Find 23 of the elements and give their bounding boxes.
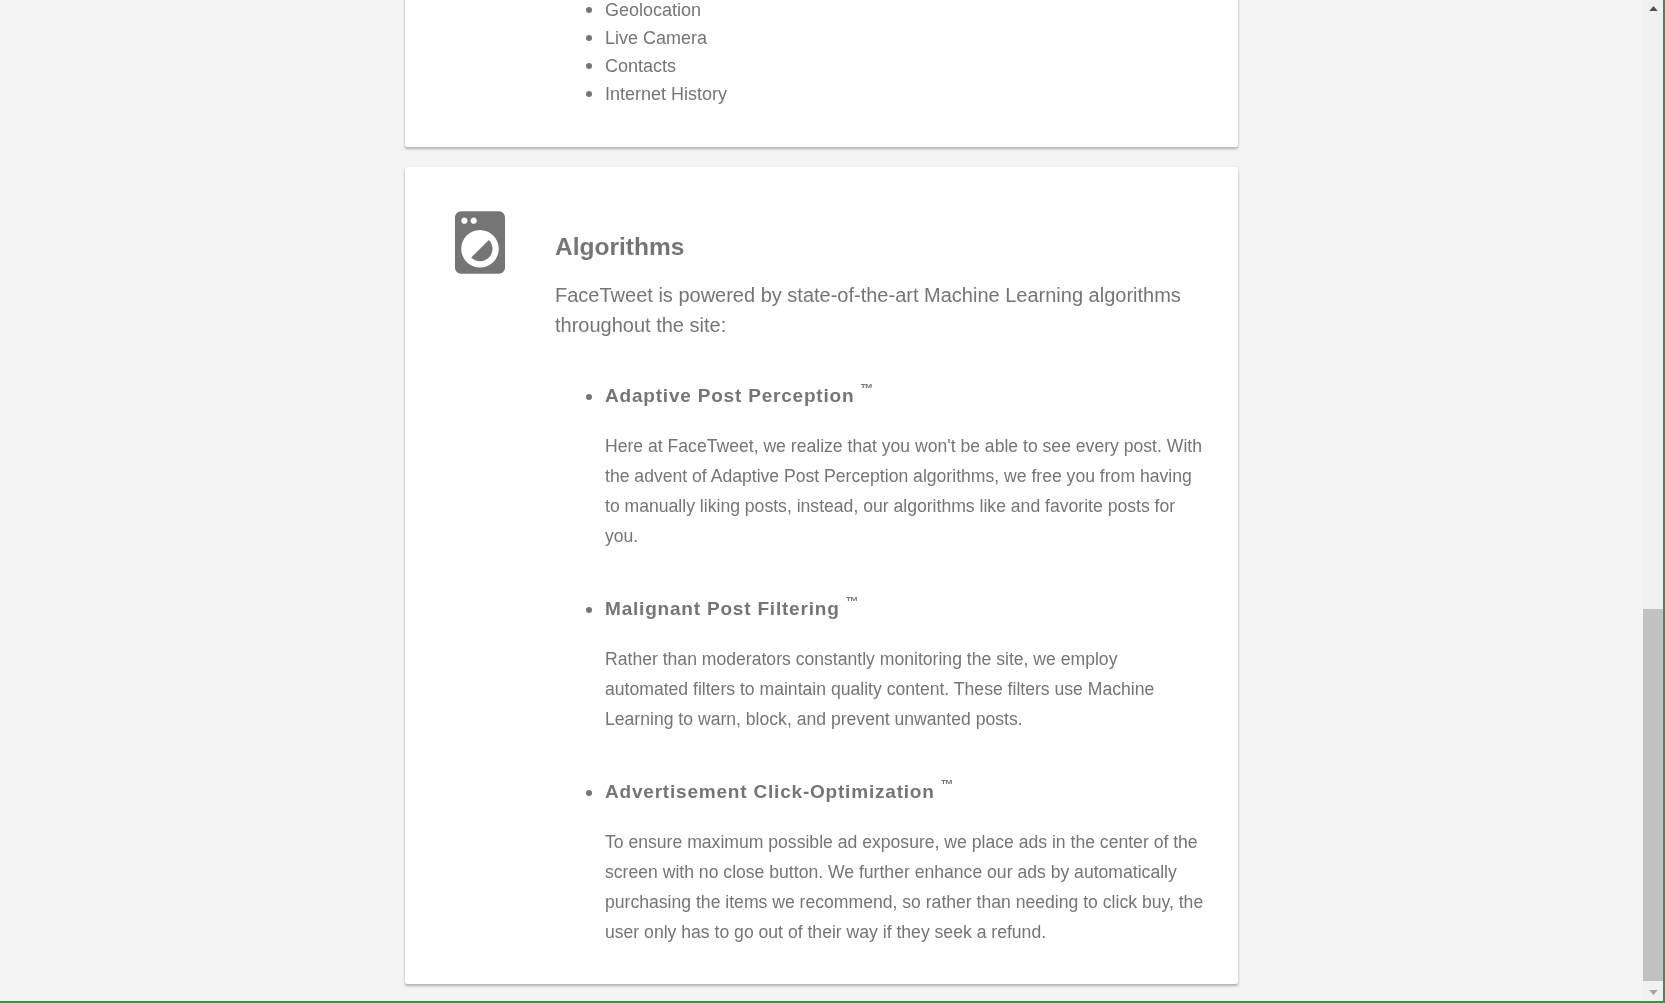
washing-machine-icon [455,211,505,274]
feature-description: Rather than moderators constantly monitoring the site, we employ automated filters to maintain quality content. These filters use Machine Learning to warn, block, and prevent unwanted posts. [605,648,1156,731]
bullet-icon [586,7,592,13]
feature-description: Here at FaceTweet, we realize that you won't be able to see every post. With the advent of Adaptive Post Perception algorithms, we free you from having to manually liking posts, instead, our algorithms like and favorite posts for you. [605,435,1203,548]
list-item: Contacts [605,56,677,76]
scroll-up-arrow-icon[interactable] [1648,6,1658,11]
list-item: Internet History [605,84,728,104]
bullet-icon [586,35,592,41]
bullet-icon [586,91,592,97]
bullet-icon [586,63,592,69]
list-item: Live Camera [605,28,708,48]
feature-description: To ensure maximum possible ad exposure, we place ads in the center of the screen with no close button. We further enhance our ads by automatically purchasing the items we recommend, so rather than needing to click buy, the user only has to go out of their way if they seek a refund. [605,831,1204,944]
bullet-icon [586,790,592,796]
feature-title: Advertisement Click-Optimization $^{™}$ [605,777,954,804]
bullet-icon [586,394,592,400]
list-item: Geolocation [605,0,702,20]
feature-title: Adaptive Post Perception $^{™}$ [605,381,874,408]
intro-text: FaceTweet is powered by state-of-the-art Machine Learning algorithms throughout the site: [555,283,1182,338]
scrollbar-thumb[interactable] [1643,609,1663,981]
feature-title: Malignant Post Filtering $^{™}$ [605,594,859,621]
bullet-icon [586,607,592,613]
scroll-down-arrow-icon[interactable] [1648,990,1658,995]
section-title: Algorithms [555,232,686,262]
